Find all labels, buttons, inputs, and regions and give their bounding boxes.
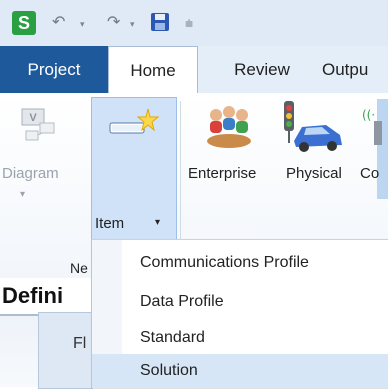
menu-item-label: Communications Profile	[140, 254, 309, 271]
svg-text:S: S	[18, 13, 30, 33]
item-dropdown-menu: Communications Profile Data Profile Stan…	[91, 239, 388, 388]
panel-title: Defini	[0, 278, 94, 316]
connection-button-label: Co	[360, 165, 380, 182]
enterprise-icon	[202, 103, 256, 151]
tab-home[interactable]: Home	[108, 46, 198, 95]
app-logo-icon: S	[12, 11, 36, 35]
ribbon-tab-bar: Project Home Review Outpu	[0, 46, 388, 95]
menu-item-solution[interactable]: Solution	[92, 354, 388, 388]
svg-text:V: V	[29, 112, 37, 124]
enterprise-button[interactable]: Enterprise	[188, 165, 256, 183]
svg-text:((·: ((·	[362, 108, 375, 122]
panel-tab-label: Fl	[73, 335, 87, 352]
physical-icon	[282, 101, 346, 155]
item-icon	[104, 105, 160, 145]
panel-tab[interactable]: Fl	[38, 312, 93, 389]
tab-output[interactable]: Outpu	[322, 46, 388, 93]
menu-item-label: Data Profile	[140, 293, 224, 310]
item-button-label[interactable]: Item	[95, 215, 124, 233]
physical-button[interactable]: Physical	[286, 165, 342, 183]
quick-access-toolbar: S ↶ ▾ ↷ ▾ ⩧	[0, 0, 388, 47]
redo-icon[interactable]: ↷	[107, 13, 120, 33]
save-icon[interactable]	[150, 12, 170, 32]
tab-project[interactable]: Project	[0, 46, 108, 93]
menu-item-label: Solution	[140, 362, 198, 379]
tab-review[interactable]: Review	[214, 46, 310, 93]
ribbon-separator	[180, 101, 181, 261]
item-dropdown-icon[interactable]: ▾	[155, 217, 160, 228]
undo-icon[interactable]: ↶	[52, 13, 65, 33]
undo-dropdown-icon[interactable]: ▾	[80, 19, 85, 30]
redo-dropdown-icon[interactable]: ▾	[130, 19, 135, 30]
connection-icon: ((·	[360, 107, 388, 147]
menu-item-data-profile[interactable]: Data Profile	[92, 285, 388, 319]
menu-item-label: Standard	[140, 329, 205, 346]
diagram-button-label[interactable]: Diagram	[2, 165, 59, 183]
menu-item-standard[interactable]: Standard	[92, 321, 388, 355]
customize-qat-icon[interactable]: ⩧	[185, 13, 193, 33]
menu-item-communications-profile[interactable]: Communications Profile	[92, 246, 388, 280]
diagram-icon: V	[18, 105, 58, 145]
ribbon-group-label: Ne	[70, 260, 88, 276]
diagram-dropdown-icon: ▾	[20, 189, 26, 200]
